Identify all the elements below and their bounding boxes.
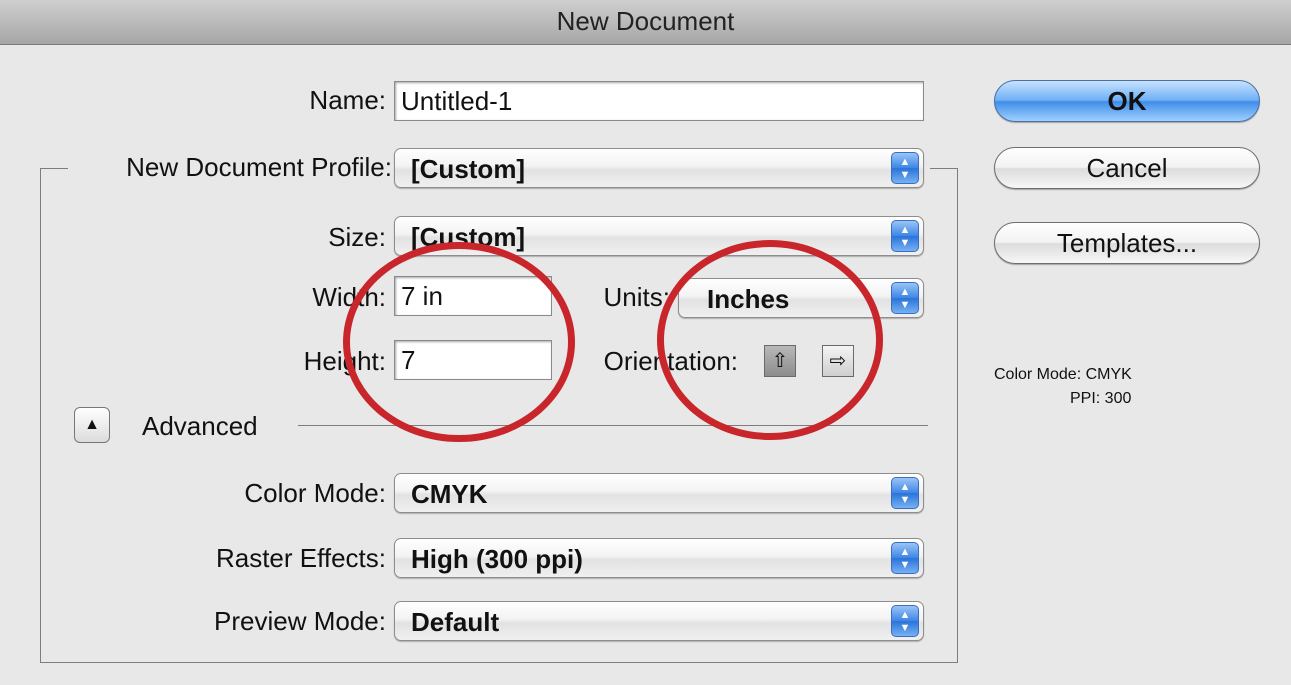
chevron-updown-icon: ▲ ▼: [891, 282, 919, 314]
templates-button[interactable]: Templates...: [994, 222, 1260, 264]
landscape-orientation-button[interactable]: ⇨: [822, 345, 854, 377]
profile-label: New Document Profile:: [70, 152, 392, 183]
advanced-disclosure-button[interactable]: ▲: [74, 407, 110, 443]
height-input[interactable]: 7: [394, 340, 552, 380]
units-select-value: Inches: [707, 284, 790, 314]
color-mode-select[interactable]: CMYK ▲ ▼: [394, 473, 924, 513]
chevron-updown-icon: ▲ ▼: [891, 152, 919, 184]
chevron-updown-icon: ▲ ▼: [891, 477, 919, 509]
raster-effects-select-value: High (300 ppi): [411, 544, 583, 574]
advanced-label: Advanced: [142, 411, 258, 441]
advanced-divider: [298, 425, 928, 426]
width-label: Width:: [312, 282, 386, 312]
profile-select[interactable]: [Custom] ▲ ▼: [394, 148, 924, 188]
name-input[interactable]: Untitled-1: [394, 81, 924, 121]
profile-select-value: [Custom]: [411, 154, 526, 184]
cancel-button[interactable]: Cancel: [994, 147, 1260, 189]
title-bar: New Document: [0, 0, 1291, 45]
preview-mode-label: Preview Mode:: [214, 606, 386, 636]
raster-effects-select[interactable]: High (300 ppi) ▲ ▼: [394, 538, 924, 578]
height-label: Height:: [303, 346, 386, 376]
portrait-orientation-button[interactable]: ⇧: [764, 345, 796, 377]
chevron-updown-icon: ▲ ▼: [891, 220, 919, 252]
color-mode-select-value: CMYK: [411, 479, 488, 509]
size-label: Size:: [328, 222, 386, 252]
preview-mode-select-value: Default: [411, 607, 500, 637]
info-ppi: PPI: 300: [1070, 390, 1132, 407]
raster-effects-label: Raster Effects:: [215, 543, 386, 573]
chevron-updown-icon: ▲ ▼: [891, 542, 919, 574]
ok-button[interactable]: OK: [994, 80, 1260, 122]
chevron-updown-icon: ▲ ▼: [891, 605, 919, 637]
info-color-mode: Color Mode: CMYK: [994, 366, 1132, 383]
size-select-value: [Custom]: [411, 222, 526, 252]
units-select[interactable]: Inches ▲ ▼: [678, 278, 924, 318]
units-label: Units:: [603, 282, 670, 312]
window-title: New Document: [556, 6, 735, 36]
color-mode-label: Color Mode:: [244, 478, 386, 508]
name-label: Name:: [309, 85, 386, 115]
orientation-label: Orientation:: [603, 346, 738, 376]
preview-mode-select[interactable]: Default ▲ ▼: [394, 601, 924, 641]
width-input[interactable]: 7 in: [394, 276, 552, 316]
size-select[interactable]: [Custom] ▲ ▼: [394, 216, 924, 256]
